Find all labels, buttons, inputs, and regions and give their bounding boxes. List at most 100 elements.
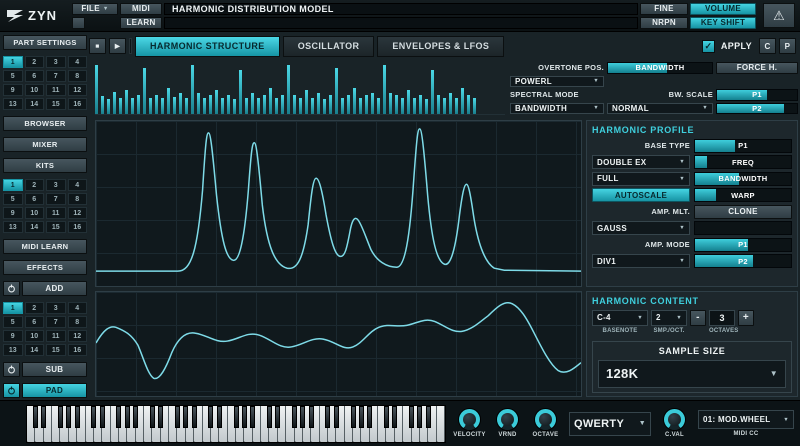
learn-button[interactable]: LEARN — [120, 17, 162, 29]
midi-button[interactable]: MIDI — [120, 3, 162, 15]
amp-mode-p1-slider[interactable]: P1 — [694, 238, 792, 252]
voice-select-button[interactable]: 8 — [68, 316, 88, 328]
voice-select-button[interactable]: 13 — [3, 344, 23, 356]
voice-select-button[interactable]: 7 — [46, 316, 66, 328]
piano-key-black[interactable] — [309, 406, 314, 428]
small-blank-button[interactable] — [72, 17, 85, 29]
octaves-plus-button[interactable]: + — [738, 310, 754, 326]
piano-key-black[interactable] — [192, 406, 197, 428]
piano-key-black[interactable] — [175, 406, 180, 428]
sub-engine-button[interactable]: SUB — [22, 362, 87, 377]
tab-oscillator[interactable]: OSCILLATOR — [283, 36, 375, 57]
kit-select-button[interactable]: 1 — [3, 179, 23, 191]
kit-select-button[interactable]: 7 — [46, 193, 66, 205]
amp-type-dropdown[interactable]: GAUSS ▼ — [592, 221, 690, 235]
midi-learn-button[interactable]: MIDI LEARN — [3, 239, 87, 254]
kits-button[interactable]: KITS — [3, 158, 87, 173]
part-select-button[interactable]: 7 — [46, 70, 66, 82]
pad-engine-button[interactable]: PAD — [22, 383, 87, 398]
piano-key-black[interactable] — [392, 406, 397, 428]
octave-knob[interactable] — [535, 409, 556, 430]
force-h-button[interactable]: FORCE H. — [716, 62, 798, 74]
piano-key-black[interactable] — [351, 406, 356, 428]
sub-power-button[interactable] — [3, 362, 20, 377]
voice-select-button[interactable]: 14 — [25, 344, 45, 356]
samples-per-octave-dropdown[interactable]: 2 ▼ — [651, 310, 687, 326]
keyboard-layout-dropdown[interactable]: QWERTY ▼ — [569, 412, 651, 436]
part-select-button[interactable]: 5 — [3, 70, 23, 82]
kit-select-button[interactable]: 5 — [3, 193, 23, 205]
piano-key-black[interactable] — [384, 406, 389, 428]
amp-mode-p2-slider[interactable]: P2 — [694, 254, 792, 268]
kit-select-button[interactable]: 2 — [25, 179, 45, 191]
kit-select-button[interactable]: 12 — [68, 207, 88, 219]
piano-key-black[interactable] — [234, 406, 239, 428]
p1-slider[interactable]: P1 — [716, 89, 798, 101]
voice-select-button[interactable]: 9 — [3, 330, 23, 342]
part-select-button[interactable]: 2 — [25, 56, 45, 68]
key-shift-button[interactable]: KEY SHIFT — [690, 17, 756, 29]
piano-key-white[interactable] — [437, 406, 445, 442]
add-power-button[interactable] — [3, 281, 20, 296]
piano-key-black[interactable] — [91, 406, 96, 428]
full-mode-dropdown[interactable]: FULL ▼ — [592, 172, 690, 186]
spectral-mode-dropdown[interactable]: BANDWIDTH ▼ — [510, 103, 604, 115]
base-p1-slider[interactable]: P1 — [694, 139, 792, 153]
base-type-dropdown[interactable]: DOUBLE EX ▼ — [592, 155, 690, 169]
midi-cc-dropdown[interactable]: 01: MOD.WHEEL ▼ — [698, 410, 794, 429]
kit-select-button[interactable]: 15 — [46, 221, 66, 233]
bw-scale-dropdown[interactable]: NORMAL ▼ — [607, 103, 713, 115]
piano-key-black[interactable] — [417, 406, 422, 428]
warning-button[interactable]: ⚠ — [763, 3, 795, 28]
preset-name-field[interactable]: HARMONIC DISTRIBUTION MODEL — [164, 3, 638, 15]
kit-select-button[interactable]: 3 — [46, 179, 66, 191]
voice-select-button[interactable]: 5 — [3, 316, 23, 328]
piano-key-black[interactable] — [158, 406, 163, 428]
autoscale-button[interactable]: AUTOSCALE — [592, 188, 690, 202]
voice-select-button[interactable]: 16 — [68, 344, 88, 356]
piano-key-black[interactable] — [359, 406, 364, 428]
play-button[interactable]: ▶ — [109, 38, 126, 54]
piano-key-black[interactable] — [33, 406, 38, 428]
stop-button[interactable]: ■ — [89, 38, 106, 54]
profile-bandwidth-slider[interactable]: BANDWIDTH — [694, 172, 792, 186]
part-settings-button[interactable]: PART SETTINGS — [3, 35, 87, 50]
voice-select-button[interactable]: 2 — [25, 302, 45, 314]
voice-select-button[interactable]: 6 — [25, 316, 45, 328]
part-select-button[interactable]: 16 — [68, 98, 88, 110]
piano-key-black[interactable] — [334, 406, 339, 428]
voice-select-button[interactable]: 1 — [3, 302, 23, 314]
add-engine-button[interactable]: ADD — [22, 281, 87, 296]
piano-key-black[interactable] — [217, 406, 222, 428]
part-select-button[interactable]: 10 — [25, 84, 45, 96]
overtone-pos-dropdown[interactable]: POWERL ▼ — [510, 76, 604, 88]
part-select-button[interactable]: 4 — [68, 56, 88, 68]
part-select-button[interactable]: 1 — [3, 56, 23, 68]
piano-key-black[interactable] — [41, 406, 46, 428]
part-select-button[interactable]: 9 — [3, 84, 23, 96]
piano-key-black[interactable] — [58, 406, 63, 428]
voice-select-button[interactable]: 15 — [46, 344, 66, 356]
kit-select-button[interactable]: 6 — [25, 193, 45, 205]
kit-select-button[interactable]: 11 — [46, 207, 66, 219]
piano-key-black[interactable] — [300, 406, 305, 428]
p2-slider[interactable]: P2 — [716, 103, 798, 115]
piano-key-black[interactable] — [208, 406, 213, 428]
piano-key-black[interactable] — [100, 406, 105, 428]
pad-power-button[interactable] — [3, 383, 20, 398]
piano-key-black[interactable] — [275, 406, 280, 428]
div-mode-dropdown[interactable]: DIV1 ▼ — [592, 254, 690, 268]
volume-button[interactable]: VOLUME — [690, 3, 756, 15]
part-select-button[interactable]: 8 — [68, 70, 88, 82]
part-select-button[interactable]: 15 — [46, 98, 66, 110]
voice-select-button[interactable]: 12 — [68, 330, 88, 342]
piano-key-black[interactable] — [183, 406, 188, 428]
part-select-button[interactable]: 6 — [25, 70, 45, 82]
piano-key-black[interactable] — [125, 406, 130, 428]
kit-select-button[interactable]: 10 — [25, 207, 45, 219]
voice-select-button[interactable]: 11 — [46, 330, 66, 342]
kit-select-button[interactable]: 16 — [68, 221, 88, 233]
piano-key-black[interactable] — [367, 406, 372, 428]
clone-button[interactable]: CLONE — [694, 205, 792, 219]
piano-key-black[interactable] — [66, 406, 71, 428]
